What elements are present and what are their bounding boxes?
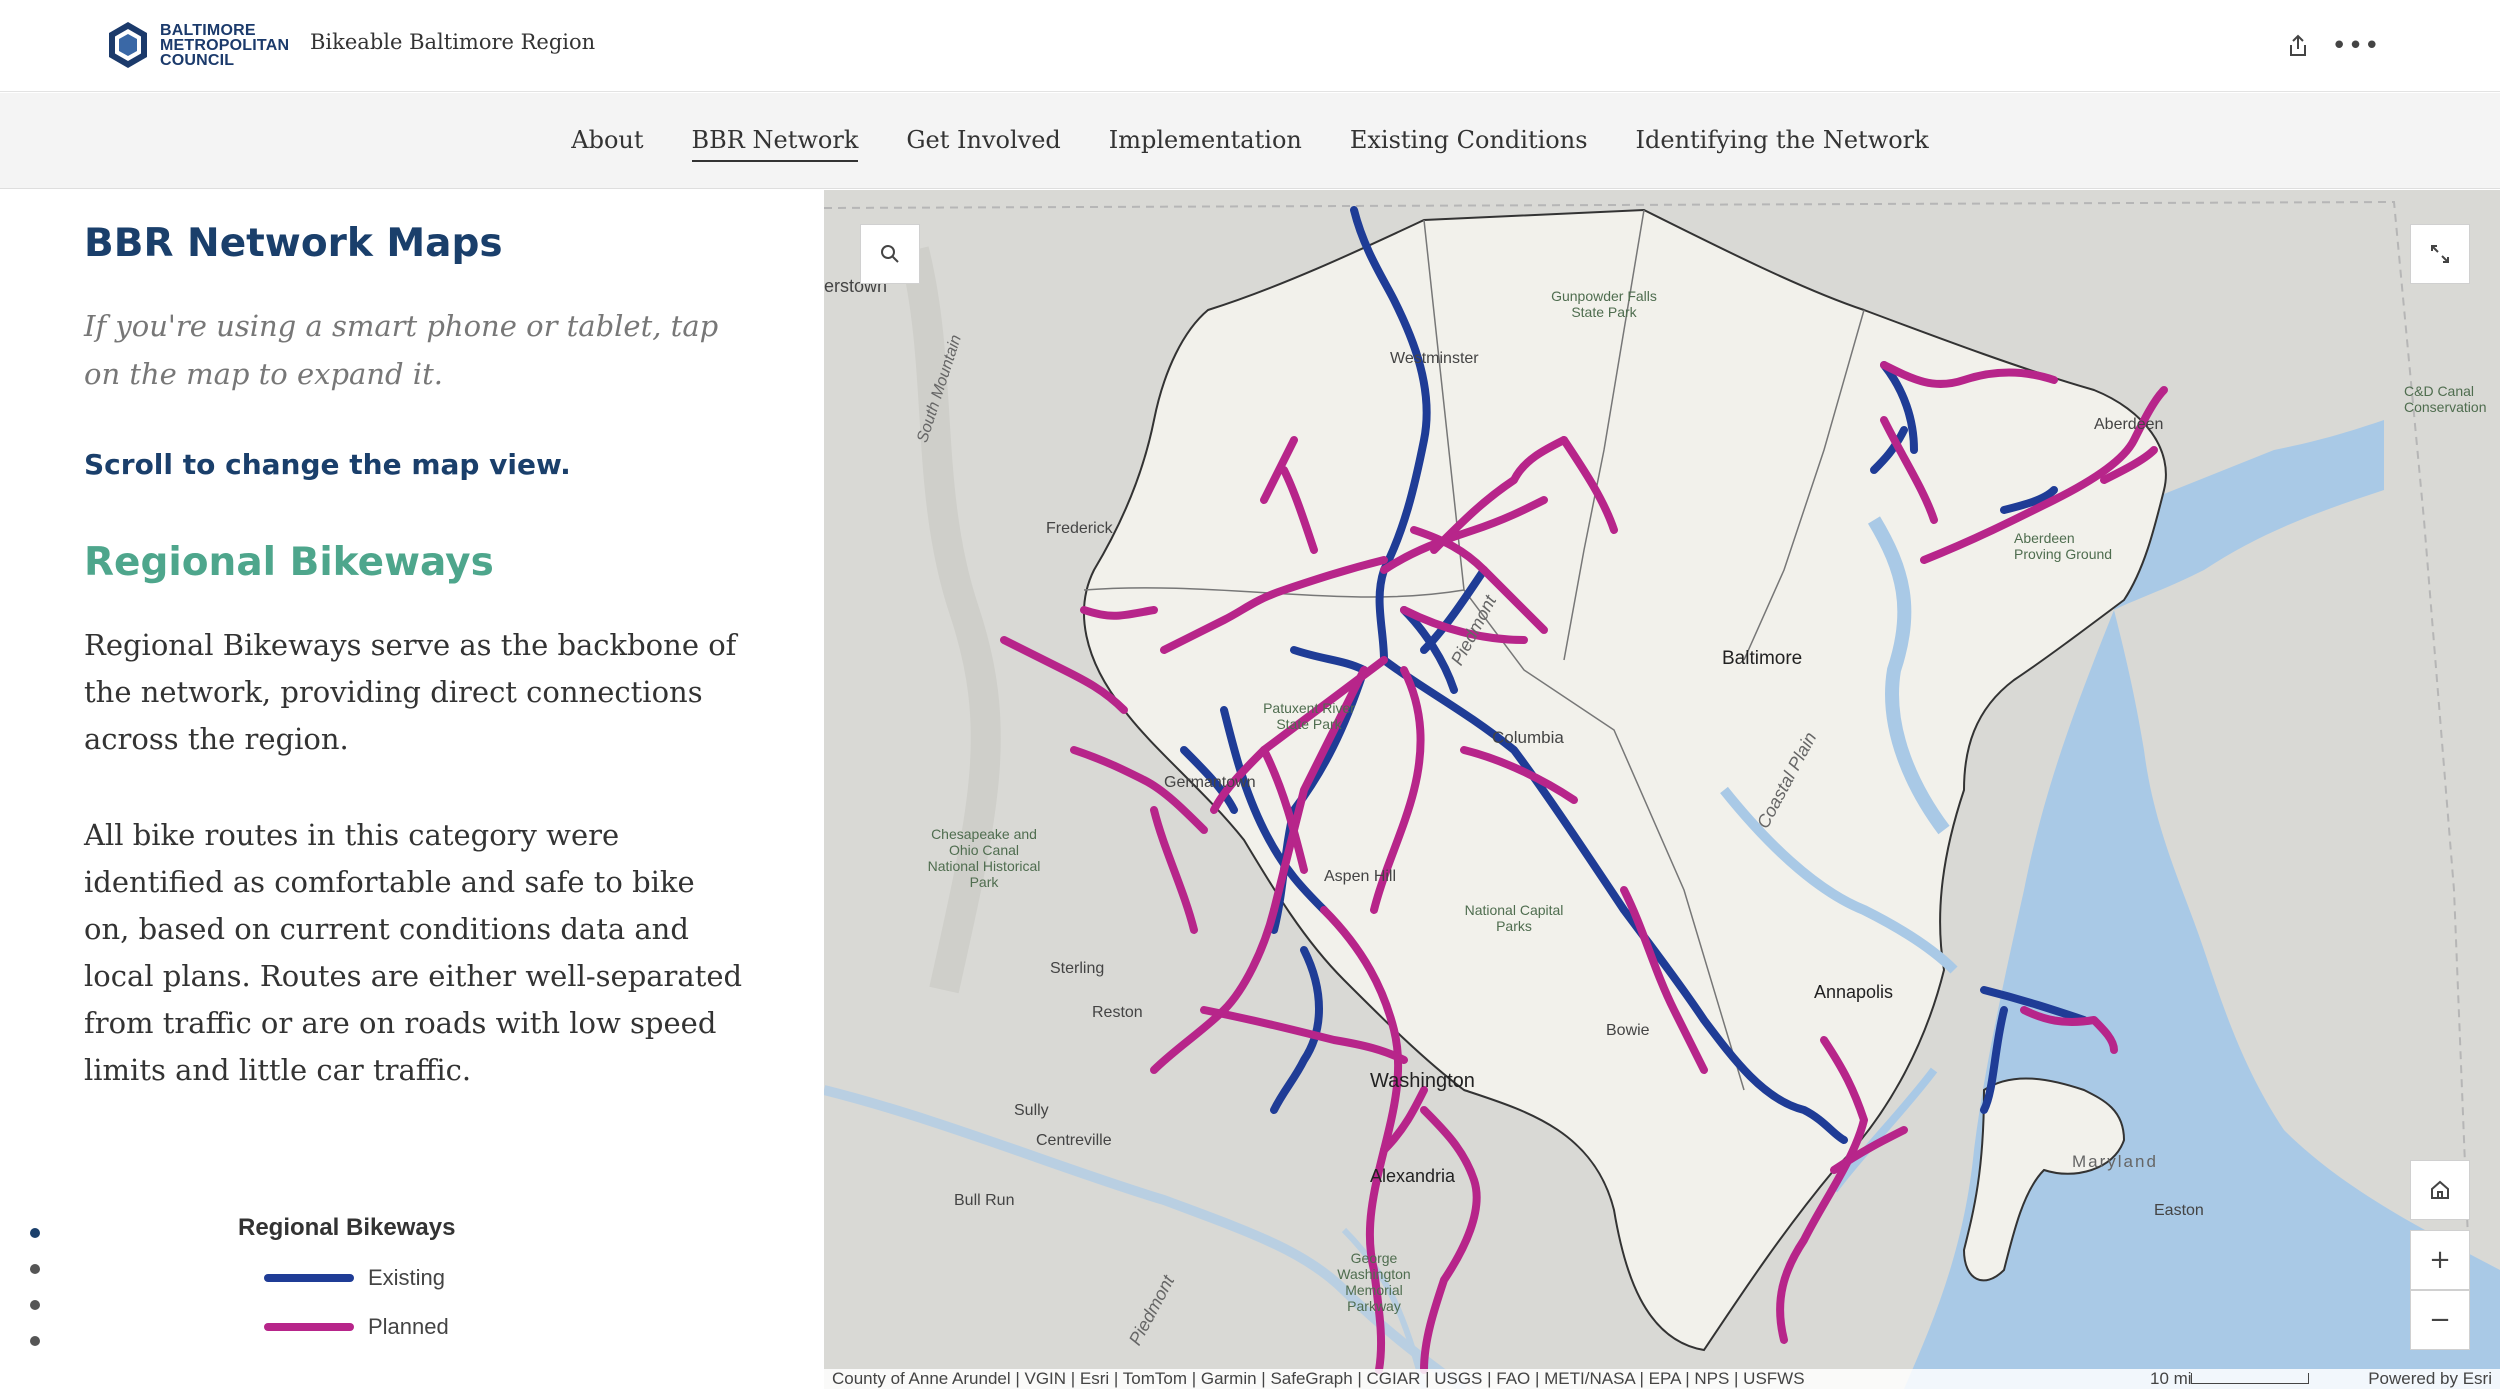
place-label: Sterling	[1050, 960, 1105, 977]
nav-about[interactable]: About	[571, 126, 643, 162]
section-heading: Regional Bikeways	[84, 540, 494, 585]
page-title: BBR Network Maps	[84, 221, 503, 266]
place-label: Columbia	[1492, 728, 1564, 747]
home-icon[interactable]	[2410, 1160, 2470, 1220]
park-label: Gunpowder Falls State Park	[1551, 288, 1657, 320]
park-label: Chesapeake and Ohio Canal National Histo…	[927, 826, 1041, 890]
site-title[interactable]: Bikeable Baltimore Region	[310, 30, 595, 54]
zoom-in-button[interactable]: +	[2410, 1230, 2470, 1290]
park-label: George Washington Memorial Parkway	[1337, 1250, 1411, 1314]
place-label: Sully	[1014, 1102, 1049, 1119]
legend-swatch-planned	[264, 1323, 354, 1331]
scale-label: 10 mi	[2150, 1369, 2192, 1388]
park-label: Patuxent River State Park	[1263, 700, 1355, 732]
progress-dot[interactable]	[30, 1336, 40, 1346]
place-label: Bull Run	[954, 1192, 1015, 1209]
nav-identifying-network[interactable]: Identifying the Network	[1636, 126, 1929, 162]
search-icon[interactable]	[860, 224, 920, 284]
legend-label: Planned	[368, 1314, 449, 1339]
attribution-text: County of Anne Arundel | VGIN | Esri | T…	[832, 1369, 1805, 1388]
bmc-logo[interactable]: BALTIMORE METROPOLITAN COUNCIL	[106, 20, 289, 70]
expand-icon[interactable]	[2410, 224, 2470, 284]
city-label: Baltimore	[1722, 648, 1803, 669]
scale-bar	[2191, 1373, 2309, 1384]
section-nav: About BBR Network Get Involved Implement…	[0, 93, 2500, 189]
place-label: Aspen Hill	[1324, 868, 1397, 885]
nav-existing-conditions[interactable]: Existing Conditions	[1350, 126, 1588, 162]
place-label: Frederick	[1046, 520, 1113, 537]
progress-dot[interactable]	[30, 1264, 40, 1274]
region-label: Maryland	[2072, 1152, 2158, 1171]
logo-hexagon-icon	[109, 22, 147, 68]
progress-dots	[30, 1228, 40, 1372]
legend-title: Regional Bikeways	[238, 1214, 456, 1241]
scroll-note: Scroll to change the map view.	[84, 448, 571, 481]
map-view[interactable]: erstown South Mountain Westminster Gunpo…	[824, 190, 2500, 1389]
logo-wordmark: BALTIMORE METROPOLITAN COUNCIL	[160, 21, 290, 69]
description-paragraph-2: All bike routes in this category were id…	[84, 818, 743, 1087]
city-label: Annapolis	[1814, 982, 1894, 1002]
legend-label: Existing	[368, 1265, 446, 1290]
place-label: Westminster	[1390, 350, 1479, 367]
park-label: National Capital Parks	[1464, 902, 1564, 934]
legend-item-existing: Existing	[264, 1265, 455, 1291]
nav-bbr-network[interactable]: BBR Network	[691, 126, 859, 162]
place-label: Easton	[2154, 1202, 2204, 1219]
map-legend: Regional Bikeways Existing Planned	[238, 1214, 455, 1340]
more-options-icon[interactable]: •••	[2332, 26, 2380, 66]
nav-get-involved[interactable]: Get Involved	[906, 126, 1060, 162]
zoom-out-button[interactable]: −	[2410, 1290, 2470, 1350]
park-label: C&D Canal Conservation	[2404, 383, 2487, 415]
description-paragraph-1: Regional Bikeways serve as the backbone …	[84, 628, 737, 756]
map-attribution-bar: County of Anne Arundel | VGIN | Esri | T…	[824, 1369, 2500, 1389]
powered-by[interactable]: Powered by Esri	[2368, 1369, 2492, 1389]
place-label: Reston	[1092, 1004, 1143, 1021]
place-label: Centreville	[1036, 1132, 1112, 1149]
place-label: Bowie	[1606, 1022, 1650, 1039]
map-canvas[interactable]	[824, 190, 2500, 1389]
city-label: Alexandria	[1370, 1166, 1456, 1186]
place-label: Aberdeen	[2094, 416, 2164, 433]
progress-dot[interactable]	[30, 1300, 40, 1310]
city-label: Washington	[1370, 1070, 1475, 1092]
place-label: Germantown	[1164, 774, 1256, 791]
legend-item-planned: Planned	[264, 1314, 455, 1340]
top-header: BALTIMORE METROPOLITAN COUNCIL Bikeable …	[0, 0, 2500, 92]
share-icon[interactable]	[2278, 26, 2318, 66]
tap-note: If you're using a smart phone or tablet,…	[84, 309, 719, 391]
nav-implementation[interactable]: Implementation	[1109, 126, 1302, 162]
legend-swatch-existing	[264, 1274, 354, 1282]
narrative-panel: BBR Network Maps If you're using a smart…	[0, 190, 824, 1389]
progress-dot[interactable]	[30, 1228, 40, 1238]
park-label: Aberdeen Proving Ground	[2014, 530, 2113, 562]
